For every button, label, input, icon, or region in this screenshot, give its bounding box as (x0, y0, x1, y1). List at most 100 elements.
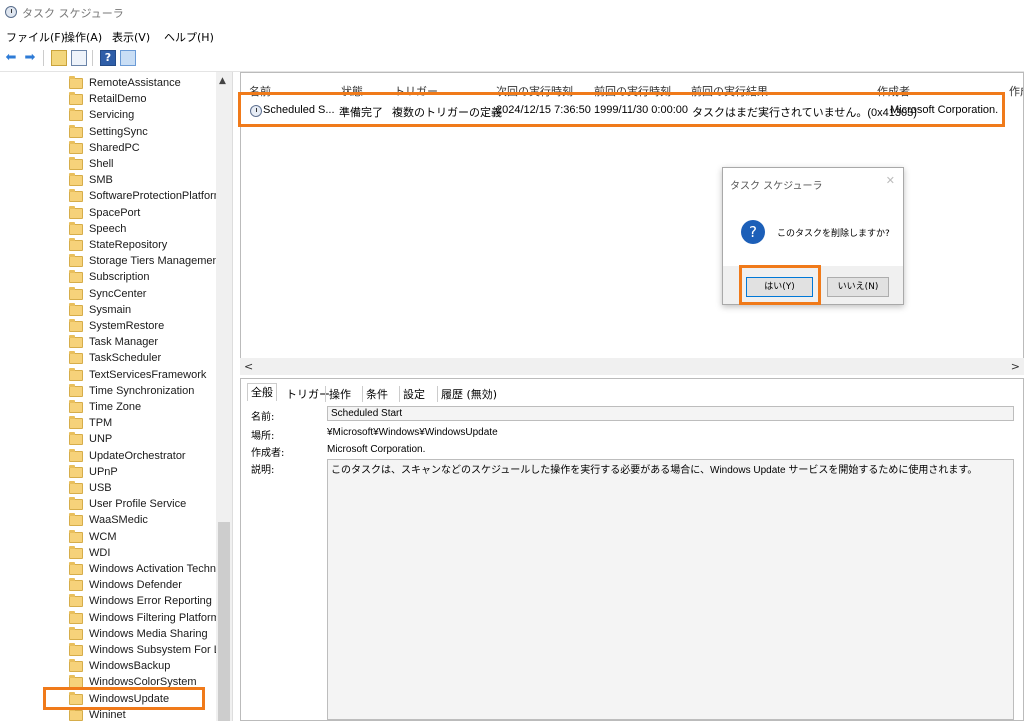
folder-icon (69, 335, 83, 349)
tree-item-label: UpdateOrchestrator (89, 449, 186, 462)
folder-icon (69, 302, 83, 316)
tree-item-label: Windows Subsystem For Li (89, 644, 223, 656)
folder-icon (69, 643, 83, 656)
name-field[interactable]: Scheduled Start (327, 406, 1014, 421)
folder-icon (69, 610, 83, 624)
folder-icon (69, 675, 83, 689)
tree-item-label: SpacePort (89, 206, 141, 219)
column-header-name[interactable]: 名前 (249, 83, 271, 99)
folder-icon (69, 594, 83, 608)
folder-icon (69, 173, 83, 187)
help-icon[interactable]: ? (100, 50, 116, 66)
column-header-next-run[interactable]: 次回の実行時刻 (496, 83, 573, 99)
description-field[interactable]: このタスクは、スキャンなどのスケジュールした操作を実行する必要がある場合に、Wi… (327, 459, 1014, 720)
folder-icon (69, 529, 83, 543)
title-bar: タスク スケジューラ (0, 0, 1024, 26)
tree-item-label: SystemRestore (89, 320, 165, 332)
tree-item-label: WindowsColorSystem (89, 676, 197, 689)
tree-item-label: SyncCenter (89, 287, 147, 300)
folder-icon (69, 464, 83, 478)
tree-item-label: RemoteAssistance (89, 77, 181, 89)
window-title: タスク スケジューラ (22, 7, 124, 20)
folder-icon (69, 497, 83, 511)
tree-item-label: SoftwareProtectionPlatform (89, 190, 223, 203)
folder-icon (69, 578, 83, 592)
close-icon[interactable]: ✕ (886, 174, 895, 187)
folder-icon (69, 189, 83, 203)
folder-icon (69, 76, 83, 89)
column-header-trigger[interactable]: トリガー (394, 83, 438, 99)
folder-icon (69, 270, 83, 284)
tree-item-label: Subscription (89, 271, 150, 284)
folder-icon (69, 432, 83, 446)
tree-item-label: Wininet (89, 708, 126, 721)
scroll-right-arrow-icon[interactable]: > (1011, 360, 1020, 373)
menu-action[interactable]: 操作(A) (64, 29, 102, 45)
tree-item-label: TextServicesFramework (89, 368, 207, 381)
column-header-last-run[interactable]: 前回の実行時刻 (594, 83, 671, 99)
toolbar-separator (92, 50, 93, 66)
tab-conditions[interactable]: 条件 (362, 386, 391, 402)
tab-actions[interactable]: 操作 (325, 386, 354, 402)
tree-item-label: Sysmain (89, 303, 132, 316)
folder-icon (69, 140, 83, 154)
tree-item-label: Storage Tiers Management (89, 255, 222, 268)
menu-view[interactable]: 表示(V) (112, 29, 150, 45)
scroll-up-arrow-icon[interactable]: ▲ (219, 76, 226, 86)
location-value: ¥Microsoft¥Windows¥WindowsUpdate (327, 427, 498, 438)
column-header-last-result[interactable]: 前回の実行結果 (691, 83, 768, 99)
tree-item-label: RetailDemo (89, 93, 147, 106)
tree-item-label: USB (89, 482, 112, 494)
folder-icon (69, 383, 83, 397)
tree-item-label: WCM (89, 530, 117, 543)
tree-item-label: Windows Activation Techn (89, 563, 216, 575)
column-header-author[interactable]: 作成者 (877, 83, 910, 99)
tree-item-label: Task Manager (89, 336, 159, 349)
tree-item-label: Time Zone (89, 401, 142, 413)
list-horizontal-scrollbar[interactable]: < > (240, 358, 1024, 375)
column-header-status[interactable]: 状態 (341, 83, 363, 99)
dialog-message: このタスクを削除しますか? (777, 229, 890, 239)
tree-item-label: TaskScheduler (89, 352, 162, 365)
back-arrow-icon[interactable]: ⬅ (3, 50, 19, 66)
tree-item-label: Servicing (89, 109, 135, 122)
toolbar-separator (43, 50, 44, 66)
menu-help[interactable]: ヘルプ(H) (164, 29, 214, 45)
folder-icon (69, 221, 83, 235)
up-folder-icon[interactable] (51, 50, 67, 66)
task-list-pane: 名前 状態 トリガー 次回の実行時刻 前回の実行時刻 前回の実行結果 作成者 作… (240, 72, 1024, 375)
folder-icon (69, 481, 83, 494)
folder-icon (69, 626, 83, 640)
action-pane-icon[interactable] (120, 50, 136, 66)
tab-history[interactable]: 履歴 (無効) (437, 386, 500, 402)
no-button[interactable]: いいえ(N) (827, 277, 889, 297)
task-author: Microsoft Corporation. (890, 104, 999, 116)
folder-icon (69, 205, 83, 219)
tree-item-label: Windows Error Reporting (89, 595, 212, 608)
tree-item-label: TPM (89, 417, 113, 430)
task-last-result: タスクはまだ実行されていません。(0x41303) (692, 107, 917, 119)
folder-icon (69, 92, 83, 106)
scroll-left-arrow-icon[interactable]: < (244, 360, 253, 373)
menu-file[interactable]: ファイル(F) (6, 29, 65, 45)
tab-settings[interactable]: 設定 (399, 386, 428, 402)
tree-item-label: WindowsUpdate (89, 692, 170, 705)
yes-button[interactable]: はい(Y) (746, 277, 813, 297)
task-row[interactable]: Scheduled S... 準備完了 複数のトリガーの定義 2024/12/1… (247, 100, 1007, 122)
tab-general[interactable]: 全般 (247, 383, 277, 401)
tree-scrollbar-thumb[interactable] (218, 522, 230, 721)
folder-icon (69, 367, 83, 381)
console-tree-icon[interactable] (71, 50, 87, 66)
dialog-title: タスク スケジューラ (730, 181, 823, 192)
tree-item-label: SMB (89, 174, 113, 187)
delete-confirm-dialog: タスク スケジューラ ✕ ? このタスクを削除しますか? はい(Y) いいえ(N… (722, 167, 904, 305)
folder-icon (69, 545, 83, 559)
tree-scrollbar[interactable]: ▲ (216, 72, 232, 721)
folder-icon (69, 319, 83, 332)
column-header-created[interactable]: 作成 (1009, 83, 1023, 99)
folder-icon (69, 238, 83, 251)
forward-arrow-icon[interactable]: ➡ (22, 50, 38, 66)
task-next-run: 2024/12/15 7:36:50 (496, 104, 591, 116)
tree-item-label: SharedPC (89, 141, 140, 154)
task-status: 準備完了 (339, 107, 383, 119)
